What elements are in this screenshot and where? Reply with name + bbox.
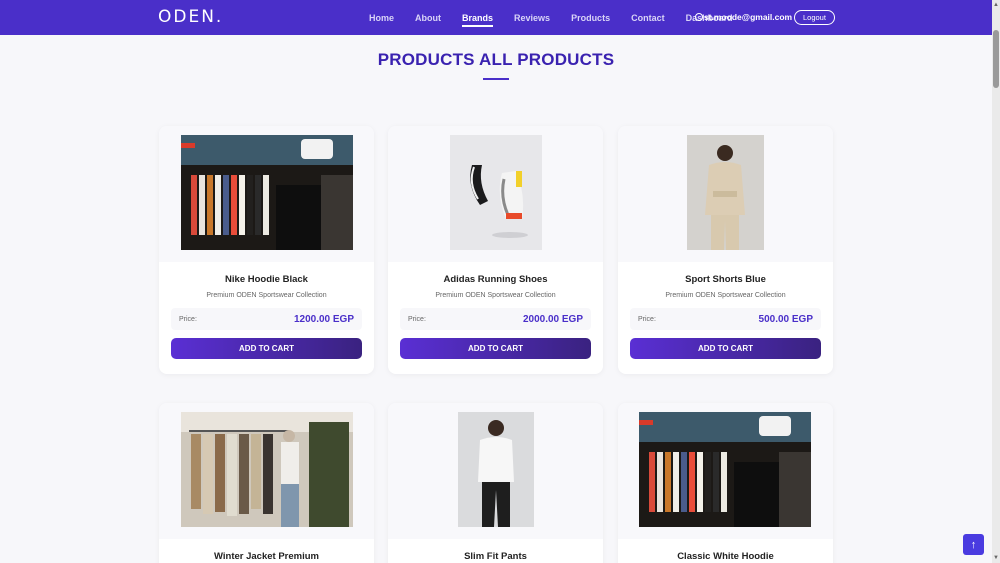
product-image-area xyxy=(618,126,833,262)
add-to-cart-button[interactable]: ADD TO CART xyxy=(400,338,591,359)
product-image[interactable] xyxy=(458,412,534,527)
price-value: 500.00 EGP xyxy=(758,313,813,325)
price-value: 1200.00 EGP xyxy=(293,313,354,325)
product-card: Nike Hoodie Black Premium ODEN Sportswea… xyxy=(159,126,374,374)
product-image-area xyxy=(388,403,603,539)
product-image-area xyxy=(618,403,833,539)
price-box: Price: 1200.00 EGP xyxy=(171,308,362,330)
scroll-down-arrow-icon[interactable]: ▼ xyxy=(993,555,999,561)
page-title: PRODUCTS ALL PRODUCTS xyxy=(377,50,615,69)
price-label: Price: xyxy=(638,315,656,323)
scroll-up-arrow-icon[interactable]: ▲ xyxy=(993,2,999,8)
product-name[interactable]: Adidas Running Shoes xyxy=(400,274,591,285)
product-name[interactable]: Winter Jacket Premium xyxy=(171,551,362,562)
page-scrollbar[interactable]: ▲ ▼ xyxy=(992,0,1000,563)
price-box: Price: 2000.00 EGP xyxy=(400,308,591,330)
product-card: Winter Jacket Premium xyxy=(159,403,374,563)
add-to-cart-button[interactable]: ADD TO CART xyxy=(630,338,821,359)
price-value: 2000.00 EGP xyxy=(522,313,583,325)
product-image[interactable] xyxy=(450,135,542,250)
nav-link-contact[interactable]: Contact xyxy=(631,13,665,23)
product-subtitle: Premium ODEN Sportswear Collection xyxy=(665,292,786,299)
brand-logo[interactable]: ODEN. xyxy=(158,7,223,27)
product-image[interactable] xyxy=(639,412,811,527)
user-icon xyxy=(695,13,703,21)
back-to-top-button[interactable]: ↑ xyxy=(963,534,984,555)
product-subtitle: Premium ODEN Sportswear Collection xyxy=(206,292,327,299)
product-subtitle: Premium ODEN Sportswear Collection xyxy=(435,292,556,299)
price-box: Price: 500.00 EGP xyxy=(630,308,821,330)
product-name[interactable]: Classic White Hoodie xyxy=(630,551,821,562)
product-name[interactable]: Slim Fit Pants xyxy=(400,551,591,562)
nav-link-about[interactable]: About xyxy=(415,13,441,23)
title-underline xyxy=(483,78,509,80)
nav-link-products[interactable]: Products xyxy=(571,13,610,23)
product-card: Classic White Hoodie xyxy=(618,403,833,563)
add-to-cart-button[interactable]: ADD TO CART xyxy=(171,338,362,359)
product-name[interactable]: Nike Hoodie Black xyxy=(171,274,362,285)
product-image[interactable] xyxy=(181,135,353,250)
user-account[interactable]: st.moode@gmail.com xyxy=(695,12,792,22)
top-navbar: ODEN. Home About Brands Reviews Products… xyxy=(0,0,992,35)
product-card: Slim Fit Pants xyxy=(388,403,603,563)
product-name[interactable]: Sport Shorts Blue xyxy=(630,274,821,285)
product-image[interactable] xyxy=(181,412,353,527)
price-label: Price: xyxy=(179,315,197,323)
product-image-area xyxy=(159,403,374,539)
price-label: Price: xyxy=(408,315,426,323)
logout-button[interactable]: Logout xyxy=(794,10,835,25)
scrollbar-thumb[interactable] xyxy=(993,30,999,88)
nav-link-brands[interactable]: Brands xyxy=(462,13,494,27)
product-image[interactable] xyxy=(687,135,764,250)
product-image-area xyxy=(159,126,374,262)
product-card: Sport Shorts Blue Premium ODEN Sportswea… xyxy=(618,126,833,374)
arrow-up-icon: ↑ xyxy=(970,538,977,551)
nav-link-home[interactable]: Home xyxy=(369,13,394,23)
nav-link-reviews[interactable]: Reviews xyxy=(514,13,550,23)
product-card: Adidas Running Shoes Premium ODEN Sports… xyxy=(388,126,603,374)
user-email: st.moode@gmail.com xyxy=(704,12,793,22)
product-image-area xyxy=(388,126,603,262)
